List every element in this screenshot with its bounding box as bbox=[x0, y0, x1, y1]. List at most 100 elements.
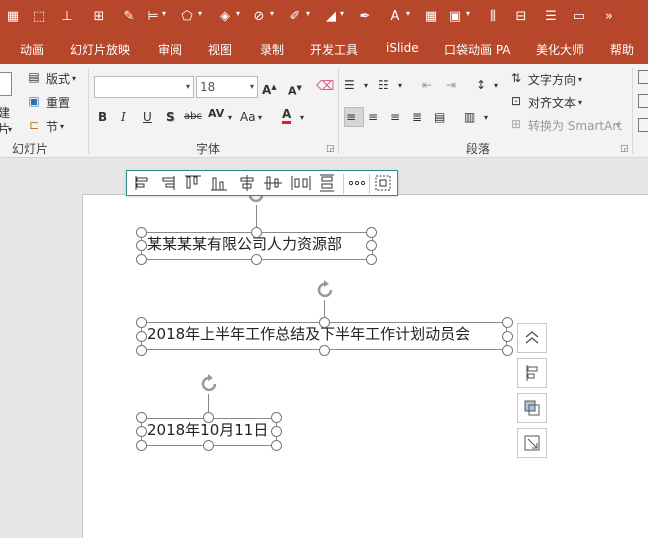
resize-handle[interactable] bbox=[136, 412, 147, 423]
pen-icon[interactable]: ✐ bbox=[284, 6, 306, 28]
strikethrough-button[interactable]: abc bbox=[184, 109, 202, 125]
layout-button[interactable]: 版式 bbox=[46, 70, 70, 87]
tab-animations[interactable]: 动画 bbox=[20, 41, 44, 58]
align-left-icon[interactable] bbox=[133, 174, 153, 192]
font-size-select[interactable]: 18 ▾ bbox=[196, 76, 258, 98]
collapse-button[interactable] bbox=[517, 323, 547, 353]
italic-button[interactable]: I bbox=[121, 109, 126, 125]
resize-handle[interactable] bbox=[366, 254, 377, 265]
picture-icon[interactable]: ▭ bbox=[568, 6, 590, 28]
distribute-horizontally-icon[interactable] bbox=[291, 174, 311, 192]
resize-handle[interactable] bbox=[136, 317, 147, 328]
underline-button[interactable]: U bbox=[143, 109, 152, 125]
font-name-select[interactable]: ▾ bbox=[94, 76, 194, 98]
grid-2-icon[interactable]: ▦ bbox=[420, 6, 442, 28]
font-color-icon[interactable]: A bbox=[384, 6, 406, 28]
decrease-indent-icon[interactable]: ⇤ bbox=[422, 77, 432, 93]
more-options-icon[interactable] bbox=[347, 174, 367, 192]
effects-icon[interactable]: ◢ bbox=[320, 6, 342, 28]
align-right-button[interactable]: ≡ bbox=[390, 109, 400, 125]
numbering-icon[interactable]: ☷ bbox=[378, 77, 389, 93]
text-direction-button[interactable]: 文字方向 bbox=[528, 71, 576, 88]
arrange-icon[interactable]: ▣ bbox=[444, 6, 466, 28]
resize-handle[interactable] bbox=[251, 227, 262, 238]
drawing-shape-3-icon[interactable] bbox=[638, 118, 648, 132]
bullets-icon[interactable]: ☰ bbox=[344, 77, 355, 93]
tab-developer[interactable]: 开发工具 bbox=[310, 41, 358, 58]
convert-smartart-button[interactable]: 转换为 SmartArt bbox=[528, 117, 622, 134]
resize-handle[interactable] bbox=[136, 426, 147, 437]
clear-formatting-icon[interactable]: ⌫ bbox=[316, 79, 334, 95]
align-left-icon[interactable]: ⊨ bbox=[142, 6, 164, 28]
align-middle-icon[interactable] bbox=[263, 174, 283, 192]
drawing-shape-2-icon[interactable] bbox=[638, 94, 648, 108]
font-color-button[interactable]: A bbox=[282, 107, 292, 124]
resize-button[interactable] bbox=[517, 428, 547, 458]
resize-handle[interactable] bbox=[136, 240, 147, 251]
new-slide-dropdown-icon[interactable]: ▾ bbox=[8, 122, 12, 138]
increase-font-icon[interactable]: A▲ bbox=[262, 79, 277, 98]
rotate-handle-icon[interactable] bbox=[199, 373, 221, 395]
section-button[interactable]: 节 bbox=[46, 118, 58, 135]
char-spacing-button[interactable]: AV bbox=[208, 106, 224, 122]
paint-bucket-icon[interactable]: ◈ bbox=[214, 6, 236, 28]
align-text-button[interactable]: 对齐文本 bbox=[528, 94, 576, 111]
tab-help[interactable]: 帮助 bbox=[610, 41, 634, 58]
align-center-icon[interactable]: ⊥ bbox=[56, 6, 78, 28]
resize-handle[interactable] bbox=[136, 440, 147, 451]
text-align-icon[interactable]: ☰ bbox=[540, 6, 562, 28]
eyedropper-2-icon[interactable]: ✒ bbox=[354, 6, 376, 28]
resize-handle[interactable] bbox=[366, 240, 377, 251]
tab-review[interactable]: 审阅 bbox=[158, 41, 182, 58]
resize-handle[interactable] bbox=[136, 345, 147, 356]
font-name-dropdown-icon[interactable]: ▾ bbox=[186, 77, 190, 97]
drawing-shape-1-icon[interactable] bbox=[638, 70, 648, 84]
change-case-dropdown-icon[interactable]: ▾ bbox=[258, 110, 262, 126]
layout-dropdown-icon[interactable]: ▾ bbox=[72, 71, 76, 87]
resize-handle[interactable] bbox=[271, 412, 282, 423]
resize-handle[interactable] bbox=[136, 227, 147, 238]
distribute-icon[interactable]: ⊞ bbox=[88, 6, 110, 28]
increase-indent-icon[interactable]: ⇥ bbox=[446, 77, 456, 93]
font-dialog-launcher-icon[interactable]: ◲ bbox=[326, 144, 335, 154]
columns-dropdown-icon[interactable]: ▾ bbox=[484, 110, 488, 126]
distribute-vertically-icon[interactable] bbox=[317, 174, 337, 192]
tab-pocket-animation[interactable]: 口袋动画 PA bbox=[444, 41, 511, 58]
shadow-button[interactable]: S bbox=[166, 109, 175, 125]
resize-handle[interactable] bbox=[271, 426, 282, 437]
shapes-icon[interactable]: ⬚ bbox=[28, 6, 50, 28]
tab-slideshow[interactable]: 幻灯片放映 bbox=[70, 41, 130, 58]
reset-button[interactable]: 重置 bbox=[46, 94, 70, 111]
resize-handle[interactable] bbox=[319, 317, 330, 328]
rotate-handle-icon[interactable] bbox=[315, 279, 337, 301]
char-spacing-dropdown-icon[interactable]: ▾ bbox=[228, 110, 232, 126]
resize-handle[interactable] bbox=[502, 317, 513, 328]
text-direction-dropdown-icon[interactable]: ▾ bbox=[578, 72, 582, 88]
font-size-dropdown-icon[interactable]: ▾ bbox=[250, 77, 254, 97]
new-slide-icon[interactable] bbox=[0, 72, 12, 96]
bullets-dropdown-icon[interactable]: ▾ bbox=[364, 78, 368, 94]
resize-handle[interactable] bbox=[136, 254, 147, 265]
tab-record[interactable]: 录制 bbox=[260, 41, 284, 58]
shape-outline-icon[interactable]: ⊘ bbox=[248, 6, 270, 28]
line-spacing-dropdown-icon[interactable]: ▾ bbox=[494, 78, 498, 94]
resize-handle[interactable] bbox=[136, 331, 147, 342]
convert-smartart-dropdown-icon[interactable]: ▾ bbox=[616, 118, 620, 134]
resize-handle[interactable] bbox=[271, 440, 282, 451]
resize-handle[interactable] bbox=[203, 440, 214, 451]
align-bottom-icon[interactable] bbox=[209, 174, 229, 192]
change-case-button[interactable]: Aa bbox=[240, 109, 256, 125]
align-center-button[interactable]: ≡ bbox=[368, 109, 378, 125]
resize-handle[interactable] bbox=[203, 412, 214, 423]
align-middle-icon[interactable]: ⊟ bbox=[510, 6, 532, 28]
layout-options-button[interactable] bbox=[517, 358, 547, 388]
distributed-button[interactable]: ▤ bbox=[434, 109, 445, 125]
distribute-h-icon[interactable]: ⫼ bbox=[482, 6, 504, 28]
tab-beautify[interactable]: 美化大师 bbox=[536, 41, 584, 58]
shape-fill-icon[interactable]: ⬠ bbox=[176, 6, 198, 28]
tab-view[interactable]: 视图 bbox=[208, 41, 232, 58]
align-center-icon[interactable] bbox=[237, 174, 257, 192]
resize-handle[interactable] bbox=[366, 227, 377, 238]
align-top-icon[interactable] bbox=[183, 174, 203, 192]
bold-button[interactable]: B bbox=[98, 109, 107, 125]
